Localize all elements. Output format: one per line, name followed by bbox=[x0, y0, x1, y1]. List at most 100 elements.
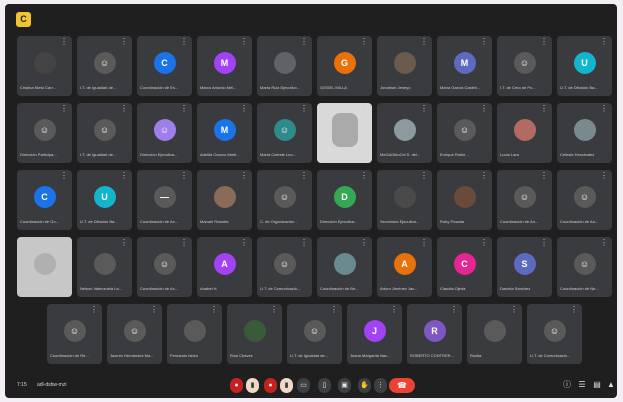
participant-tile[interactable]: ⋮ Ruby Posada bbox=[437, 170, 492, 230]
tile-menu-icon[interactable]: ⋮ bbox=[300, 172, 308, 180]
participant-tile[interactable]: ⋮ Secretaría Ejecutiva... bbox=[377, 170, 432, 230]
present-button[interactable]: ▯ bbox=[318, 378, 331, 393]
participant-tile[interactable]: ⋮ U U.T. de Difusión Ba... bbox=[77, 170, 132, 230]
participant-tile[interactable]: ⋮ ☺ U.T. de Igualdad de... bbox=[287, 304, 342, 364]
end-call-button[interactable]: ☎ bbox=[389, 378, 415, 393]
microphone-button[interactable]: ▮ bbox=[246, 378, 259, 393]
tile-menu-icon[interactable]: ⋮ bbox=[180, 172, 188, 180]
tile-menu-icon[interactable]: ⋮ bbox=[270, 306, 278, 314]
tile-menu-icon[interactable]: ⋮ bbox=[570, 306, 578, 314]
tile-menu-icon[interactable]: ⋮ bbox=[420, 172, 428, 180]
tile-menu-icon[interactable]: ⋮ bbox=[360, 105, 368, 113]
participant-tile[interactable]: ⋮ J Juana Margarita Nav... bbox=[347, 304, 402, 364]
tile-menu-icon[interactable]: ⋮ bbox=[180, 38, 188, 46]
tile-menu-icon[interactable]: ⋮ bbox=[210, 306, 218, 314]
tile-menu-icon[interactable]: ⋮ bbox=[600, 239, 608, 247]
tile-menu-icon[interactable]: ⋮ bbox=[540, 239, 548, 247]
participant-tile[interactable]: ⋮ ☺ C. de Organización... bbox=[257, 170, 312, 230]
tile-menu-icon[interactable]: ⋮ bbox=[600, 38, 608, 46]
tile-menu-icon[interactable]: ⋮ bbox=[90, 306, 98, 314]
app-badge[interactable]: C bbox=[16, 12, 31, 27]
participant-tile[interactable]: ⋮ M Adelita Orozco Marti... bbox=[197, 103, 252, 163]
tile-menu-icon[interactable]: ⋮ bbox=[390, 306, 398, 314]
tile-menu-icon[interactable]: ⋮ bbox=[600, 172, 608, 180]
tile-menu-icon[interactable]: ⋮ bbox=[360, 38, 368, 46]
participant-tile[interactable]: ⋮ ☺ Coordinación de Re... bbox=[47, 304, 102, 364]
participant-tile[interactable]: ⋮ ☺ U.T. de Comunicació... bbox=[527, 304, 582, 364]
participant-tile[interactable]: ⋮ MeGADibuCel S. del... bbox=[377, 103, 432, 163]
participant-tile[interactable]: ⋮ Coordinación de Be... bbox=[317, 237, 372, 297]
tile-menu-icon[interactable]: ⋮ bbox=[600, 105, 608, 113]
participant-tile[interactable]: ⋮ M María García Castell... bbox=[437, 36, 492, 96]
participant-tile[interactable]: ⋮ ☺ I.T. de Igualdad de... bbox=[77, 36, 132, 96]
tile-menu-icon[interactable]: ⋮ bbox=[510, 306, 518, 314]
participant-tile[interactable]: ⋮ ☺ María Celeste Leo... bbox=[257, 103, 312, 163]
participant-tile[interactable]: ⋮ C Claudia Ojeda bbox=[437, 237, 492, 297]
tile-menu-icon[interactable]: ⋮ bbox=[300, 38, 308, 46]
tile-menu-icon[interactable]: ⋮ bbox=[60, 172, 68, 180]
captions-button[interactable]: ▭ bbox=[297, 378, 310, 393]
participant-tile[interactable]: ⋮ ☺ I.T. de Cero de Po... bbox=[497, 36, 552, 96]
participant-tile[interactable]: ⋮ ☺ Dirección Participa... bbox=[17, 103, 72, 163]
participant-tile[interactable]: ⋮ Cristina Nieto Carr... bbox=[17, 36, 72, 96]
participant-tile[interactable]: ⋮ Rosita bbox=[467, 304, 522, 364]
people-icon[interactable]: ☰ bbox=[576, 379, 588, 391]
more-options-button[interactable]: ⋮ bbox=[374, 378, 387, 393]
emoji-button[interactable]: ▣ bbox=[338, 378, 351, 393]
tile-menu-icon[interactable]: ⋮ bbox=[540, 38, 548, 46]
activities-icon[interactable]: ▲ bbox=[605, 379, 617, 391]
tile-menu-icon[interactable]: ⋮ bbox=[450, 306, 458, 314]
camera-button[interactable]: ▮ bbox=[280, 378, 293, 393]
tile-menu-icon[interactable]: ⋮ bbox=[420, 38, 428, 46]
participant-tile[interactable]: ⋮ Lucía Lara bbox=[497, 103, 552, 163]
tile-menu-icon[interactable]: ⋮ bbox=[180, 105, 188, 113]
participant-tile[interactable]: ⋮ ☺ Coordinación de Ac... bbox=[137, 237, 192, 297]
participant-tile[interactable]: ⋮ Rosi Chávez bbox=[227, 304, 282, 364]
info-icon[interactable]: ⓘ bbox=[561, 379, 573, 391]
participant-tile[interactable]: ⋮ D Dirección Ejecutiva... bbox=[317, 170, 372, 230]
tile-menu-icon[interactable]: ⋮ bbox=[150, 306, 158, 314]
tile-menu-icon[interactable]: ⋮ bbox=[240, 38, 248, 46]
camera-off-button[interactable]: ● bbox=[264, 378, 277, 393]
tile-menu-icon[interactable]: ⋮ bbox=[60, 239, 68, 247]
tile-menu-icon[interactable]: ⋮ bbox=[480, 105, 488, 113]
tile-menu-icon[interactable]: ⋮ bbox=[240, 239, 248, 247]
tile-menu-icon[interactable]: ⋮ bbox=[540, 172, 548, 180]
participant-tile[interactable]: ⋮ — Coordinación de Ac... bbox=[137, 170, 192, 230]
participant-tile[interactable]: ⋮ U U.T. de Difusión Ba... bbox=[557, 36, 612, 96]
tile-menu-icon[interactable]: ⋮ bbox=[480, 239, 488, 247]
tile-menu-icon[interactable]: ⋮ bbox=[360, 239, 368, 247]
participant-tile[interactable]: ⋮ bbox=[317, 103, 372, 163]
tile-menu-icon[interactable]: ⋮ bbox=[120, 105, 128, 113]
tile-menu-icon[interactable]: ⋮ bbox=[420, 239, 428, 247]
participant-tile[interactable]: ⋮ ☺ Coordinación de Ne... bbox=[557, 237, 612, 297]
participant-tile[interactable]: ⋮ ☺ Coordinación de An... bbox=[497, 170, 552, 230]
tile-menu-icon[interactable]: ⋮ bbox=[540, 105, 548, 113]
participant-tile[interactable]: ⋮ ☺ I.T. de Igualdad de... bbox=[77, 103, 132, 163]
participant-tile[interactable]: ⋮ S Daniela Sánchez bbox=[497, 237, 552, 297]
participant-tile[interactable]: ⋮ Celeste Hernández bbox=[557, 103, 612, 163]
participant-tile[interactable]: ⋮ ☺ Coordinación de An... bbox=[557, 170, 612, 230]
tile-menu-icon[interactable]: ⋮ bbox=[240, 105, 248, 113]
participant-tile[interactable]: ⋮ ☺ Jazmín Hernández Ma... bbox=[107, 304, 162, 364]
participant-tile[interactable]: ⋮ Manuel Rosales bbox=[197, 170, 252, 230]
mic-off-button[interactable]: ● bbox=[230, 378, 243, 393]
tile-menu-icon[interactable]: ⋮ bbox=[480, 172, 488, 180]
participant-tile[interactable]: ⋮ C Coordinación de Es... bbox=[137, 36, 192, 96]
tile-menu-icon[interactable]: ⋮ bbox=[120, 239, 128, 247]
participant-tile[interactable]: ⋮ M Marco Antonio Mel... bbox=[197, 36, 252, 96]
participant-tile[interactable]: ⋮ R ROBERTO CONTRER... bbox=[407, 304, 462, 364]
tile-menu-icon[interactable]: ⋮ bbox=[330, 306, 338, 314]
tile-menu-icon[interactable]: ⋮ bbox=[300, 105, 308, 113]
participant-tile[interactable]: ⋮ Nelson Valenzuela La... bbox=[77, 237, 132, 297]
raise-hand-button[interactable]: ✋ bbox=[358, 378, 371, 393]
participant-tile[interactable]: ⋮ ☺ Dirección Ejecutiva... bbox=[137, 103, 192, 163]
participant-tile[interactable]: ⋮ Marta Ruiz Ejecutivo... bbox=[257, 36, 312, 96]
tile-menu-icon[interactable]: ⋮ bbox=[180, 239, 188, 247]
tile-menu-icon[interactable]: ⋮ bbox=[360, 172, 368, 180]
tile-menu-icon[interactable]: ⋮ bbox=[60, 105, 68, 113]
tile-menu-icon[interactable]: ⋮ bbox=[420, 105, 428, 113]
tile-menu-icon[interactable]: ⋮ bbox=[300, 239, 308, 247]
participant-tile[interactable]: ⋮ A Arturo Jiménez Jac... bbox=[377, 237, 432, 297]
tile-menu-icon[interactable]: ⋮ bbox=[120, 172, 128, 180]
